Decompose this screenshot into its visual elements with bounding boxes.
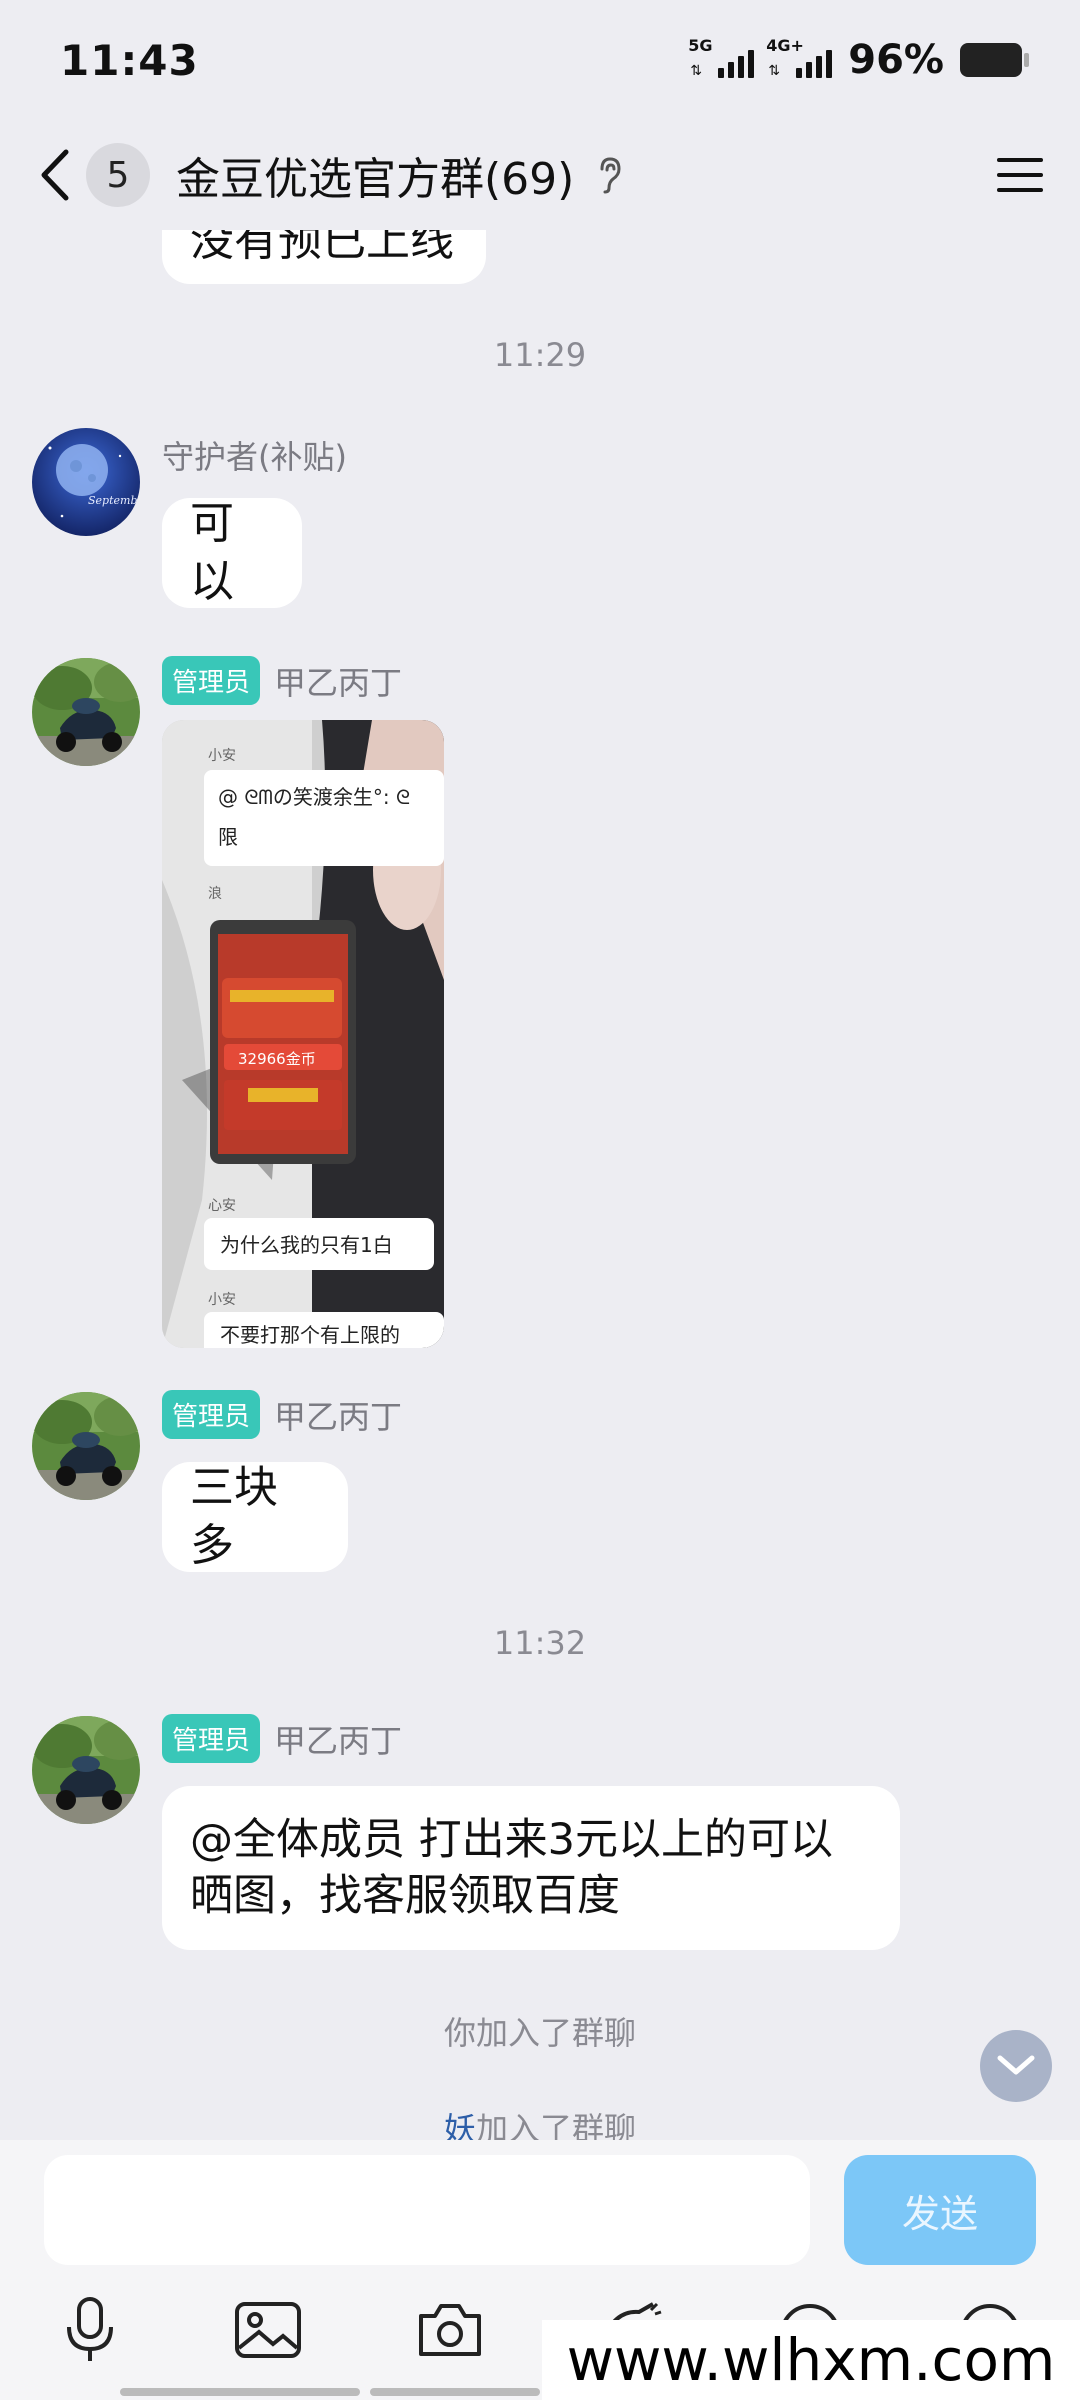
message-bubble[interactable]: 可以 [162,498,302,608]
svg-text:September: September [88,494,140,507]
image-name-1: 小安 [208,748,236,764]
ear-icon[interactable] [592,155,626,195]
voice-button[interactable] [50,2290,130,2370]
avatar[interactable] [32,1716,140,1824]
chat-area[interactable]: 没有预已上线 11:29 September 守护者(补贴) 可以 [0,0,1080,2148]
sender-name: 甲乙丙丁 [274,663,403,702]
send-button[interactable]: 发送 [844,2155,1036,2265]
sender-row: 管理员 甲乙丙丁 [162,656,402,705]
sender-name: 甲乙丙丁 [274,1397,403,1436]
home-indicator [370,2388,540,2396]
image-bubble-2: 为什么我的只有1白 [220,1233,393,1257]
timestamp: 11:29 [493,336,587,374]
image-name-2: 浪 [208,886,222,902]
back-button[interactable] [30,140,80,210]
image-name-4: 小安 [208,1292,236,1308]
image-icon [235,2302,301,2358]
menu-button[interactable] [990,145,1050,205]
camera-icon [419,2304,481,2356]
avatar[interactable] [32,658,140,766]
admin-badge: 管理员 [162,1714,261,1763]
hamburger-menu-icon [997,158,1043,192]
admin-badge: 管理员 [162,656,261,705]
watermark: www.wlhxm.com [542,2320,1080,2400]
sender-row: 管理员 甲乙丙丁 [162,1714,402,1763]
image-message[interactable]: 32966金币 小安 @ ᘓᗰの笑渡余生°: ᘓ 限 浪 心安 为什么我的只有1… [162,720,444,1348]
group-title[interactable]: 金豆优选官方群(69) [176,143,574,207]
chat-header: 5 金豆优选官方群(69) [0,120,1080,230]
sender-row: 管理员 甲乙丙丁 [162,1390,402,1439]
sender-name: 甲乙丙丁 [274,1721,403,1760]
scroll-to-bottom-button[interactable] [980,2030,1052,2102]
gallery-button[interactable] [228,2290,308,2370]
message-text-line2: 晒图，找客服领取百度 [190,1871,620,1921]
sender-row: 守护者(补贴) [162,432,347,478]
image-name-3: 心安 [208,1198,236,1214]
message-text: 可以 [190,498,234,607]
home-indicator [120,2388,360,2396]
back-arrow-icon [41,149,69,201]
admin-badge: 管理员 [162,1390,261,1439]
chevron-down-icon [997,2055,1035,2075]
coins-text: 32966金币 [238,1050,316,1068]
camera-button[interactable] [410,2290,490,2370]
message-bubble[interactable]: @全体成员 打出来3元以上的可以 晒图，找客服领取百度 [162,1786,900,1950]
message-bubble[interactable]: 三块多 [162,1462,348,1572]
avatar[interactable]: September [32,428,140,536]
microphone-icon [67,2297,113,2361]
message-input[interactable] [44,2155,810,2265]
message-text: 三块多 [190,1462,278,1571]
timestamp: 11:32 [493,1624,587,1662]
image-bubble-1-line2: 限 [218,825,238,849]
message-text-line1: @全体成员 打出来3元以上的可以 [190,1815,834,1865]
unread-count-badge[interactable]: 5 [86,143,150,207]
screenshot-image: 32966金币 小安 @ ᘓᗰの笑渡余生°: ᘓ 限 浪 心安 为什么我的只有1… [162,720,444,1348]
system-message: 你加入了群聊 [443,2014,636,2052]
image-bubble-3: 不要打那个有上限的 [220,1323,400,1347]
sender-name: 守护者(补贴) [162,438,347,476]
image-bubble-1-line1: @ ᘓᗰの笑渡余生°: ᘓ [218,785,410,809]
avatar[interactable] [32,1392,140,1500]
